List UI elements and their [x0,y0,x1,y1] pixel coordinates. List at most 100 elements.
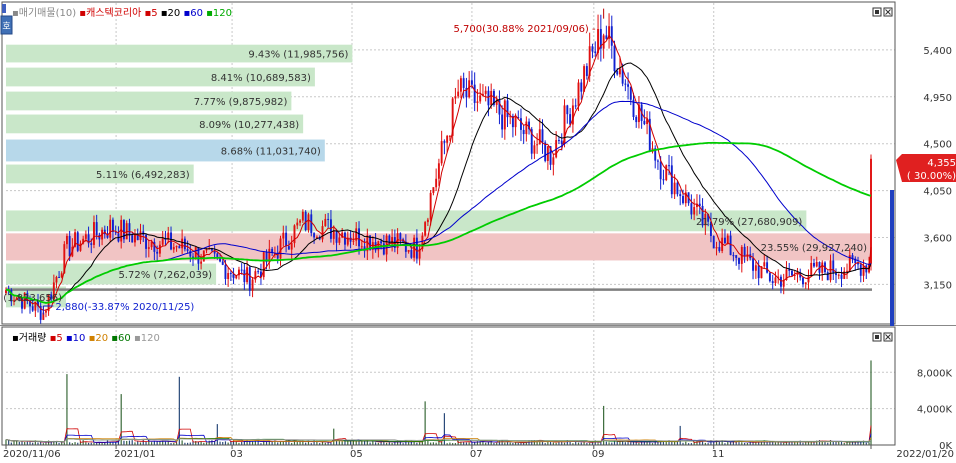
x-tick-label: 2021/01 [114,449,156,460]
candle [476,101,479,103]
candle [31,306,34,311]
x-tick-label: 03 [230,449,243,460]
last-price-box: 4,355 ( 30.00%) [896,154,956,182]
x-tick-label: 09 [592,449,605,460]
candle [840,274,843,279]
candle [310,214,313,234]
candle [718,247,721,252]
candle [285,232,288,247]
candle [738,257,740,264]
volume-bar [216,424,218,445]
candle [846,270,848,272]
volume-bar [142,440,144,445]
volume-bar [66,374,68,445]
candle [729,235,732,256]
candle [224,264,227,279]
candle [240,269,243,271]
volume-profile-label: 23.55% (29,927,240) [761,243,867,254]
candle [538,129,541,145]
candle [862,265,865,276]
candle [304,211,307,231]
candle [468,80,471,98]
candle [665,165,668,180]
candle [859,264,862,276]
legend-item: ▪120 [203,8,232,19]
candle [76,232,79,251]
candle [55,276,58,283]
volume-panel-close-icon[interactable] [883,332,893,342]
candle [757,265,760,279]
candle [473,84,476,103]
candle [501,114,504,130]
candle [290,243,293,250]
volume-profile-label: 5.11% (6,492,283) [96,170,190,181]
candle [382,243,385,255]
candle [503,100,506,130]
candle [429,192,432,220]
candle [380,241,383,244]
candle [287,246,290,250]
candle [643,120,646,125]
candle [147,247,150,249]
volume-bar [347,441,349,445]
candle [693,207,696,215]
candle [616,71,619,75]
candle [514,117,517,128]
candle [613,45,616,72]
volume-bar [251,441,254,445]
volume-panel-maximize-icon[interactable] [872,332,882,342]
candle [435,178,438,188]
volume-profile-label: 7.77% (9,875,982) [194,97,288,108]
candle [243,269,246,283]
x-tick-label: 2020/11/06 [3,449,61,460]
candle [470,80,473,85]
candle [668,165,670,167]
volume-bar [82,440,84,445]
volume-profile-label: 8.41% (10,689,583) [211,73,311,84]
candle [807,276,810,283]
candle [837,274,840,276]
candle [732,255,735,257]
candle [487,90,490,106]
volume-bar [5,439,7,445]
candle [659,161,662,180]
candle [462,78,465,88]
candle [662,179,665,181]
candle [93,222,95,245]
candle [763,262,766,267]
candle [321,226,324,240]
high-annotation: 5,700(30.88% 2021/09/06) - [453,24,596,35]
candle [544,142,547,161]
price-legend: ▪매기매물(10) ▪캐스텍코리아 ▪5 ▪20 ▪60 ▪120 [12,7,232,19]
candle [774,277,777,284]
volume-bar [128,440,131,445]
legend-item: ▪5 [46,333,62,344]
candle [726,235,729,244]
candle [315,236,318,238]
price-panel-maximize-icon[interactable] [872,7,882,17]
candle [610,26,613,46]
candle [296,222,299,226]
candle [158,244,161,254]
stock-chart: 2020/11/06 2021/01 03 05 07 09 11 2022/01/203,1… [0,0,956,463]
candle [216,253,219,258]
candle [58,276,61,278]
candle [448,135,451,137]
volume-bar [106,440,109,445]
candle [583,66,586,92]
candle [766,262,769,273]
candle [257,271,260,273]
candle [329,219,332,239]
volume-bar [870,360,872,445]
candle [282,232,285,239]
legend-item: ▪거래량 [12,332,46,344]
candle [520,118,522,130]
volume-tick-label: 8,000K [917,368,953,379]
volume-profile-label: 1.4% (1,823,656) [0,293,62,304]
price-panel-close-icon[interactable] [883,7,893,17]
candle [324,218,327,227]
candle [506,100,509,118]
volume-bar [358,441,360,445]
volume-bar [679,425,681,445]
volume-bar [249,441,251,445]
